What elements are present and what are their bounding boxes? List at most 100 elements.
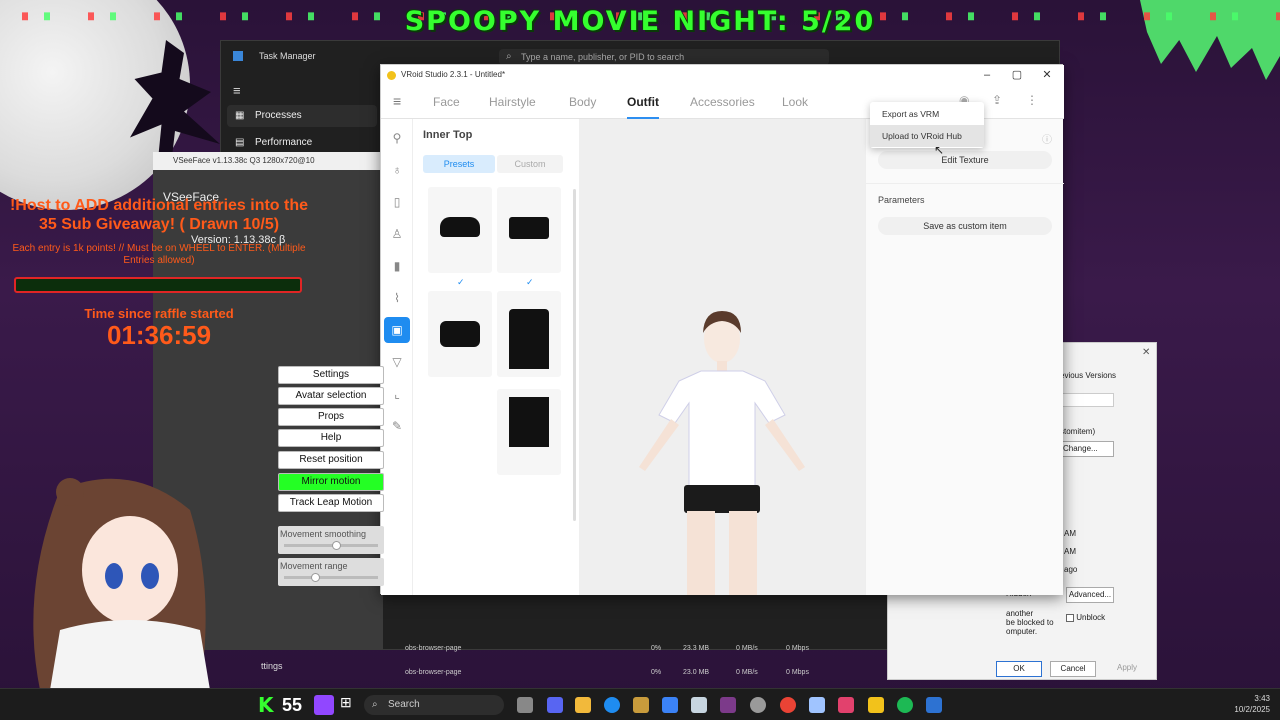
close-icon[interactable]: ✕ [1142,347,1150,358]
tab-hairstyle[interactable]: Hairstyle [489,85,536,119]
taskbar-search[interactable]: ⌕ Search [364,695,504,715]
maximize-icon[interactable]: ▢ [1002,65,1032,85]
windows-start-icon[interactable]: ⊞ [340,694,352,711]
mirror-motion-toggle[interactable]: Mirror motion [278,473,384,491]
inner-top-icon[interactable]: ▣ [384,317,410,343]
shirt-icon[interactable]: ⚲ [388,129,406,147]
chrome-icon[interactable] [780,697,796,713]
checkbox-box[interactable] [1066,613,1074,622]
movement-range-slider[interactable]: Movement range [278,558,384,586]
hamburger-menu-icon[interactable]: ≡ [393,93,401,109]
stream-frame: SPOOPY MOVIE NIGHT: 5/20 Task Manager ⌕ … [0,0,1280,720]
movement-smoothing-slider[interactable]: Movement smoothing [278,526,384,554]
change-button[interactable]: Change... [1060,441,1114,457]
file-explorer-icon[interactable] [575,697,591,713]
slider-knob[interactable] [311,573,321,582]
reset-position-button[interactable]: Reset position [278,451,384,469]
task-view-icon[interactable] [517,697,533,713]
settings-gear-icon[interactable] [750,697,766,713]
tab-previous-versions[interactable]: evious Versions [1060,371,1116,380]
3d-viewport[interactable] [579,119,865,595]
wow-icon[interactable] [633,697,649,713]
preset-item[interactable] [428,187,492,273]
nav-processes[interactable]: ▦ Processes [227,105,377,127]
discord-icon[interactable] [547,697,563,713]
close-icon[interactable]: ✕ [1032,65,1062,85]
slider-knob[interactable] [331,541,341,550]
track-leap-motion-button[interactable]: Track Leap Motion [278,494,384,512]
memory-value: 23.3 MB [683,645,710,652]
save-custom-item-button[interactable]: Save as custom item [878,217,1052,235]
edit-texture-button[interactable]: Edit Texture [878,151,1052,169]
avatar-selection-button[interactable]: Avatar selection [278,387,384,405]
glove-icon[interactable]: ✎ [388,417,406,435]
hamburger-menu-icon[interactable]: ≡ [233,83,241,98]
minimize-icon[interactable]: – [972,65,1002,85]
vseeface-app-icon[interactable] [809,697,825,713]
preset-item[interactable] [497,389,561,475]
spotify-icon[interactable] [897,697,913,713]
vtuber-right-eye [141,563,159,589]
table-row[interactable]: obs-browser-page 0% 23.3 MB 0 MB/s 0 Mbp… [391,641,811,657]
settings-button[interactable]: Settings [278,366,384,384]
steam-icon[interactable] [691,697,707,713]
table-row[interactable]: obs-browser-page 0% 23.0 MB 0 MB/s 0 Mbp… [391,665,811,681]
vroid-app-icon[interactable] [868,697,884,713]
menu-item-upload-vroid-hub[interactable]: Upload to VRoid Hub [870,125,984,147]
tab-face[interactable]: Face [433,85,460,119]
cpu-value: 0% [651,645,662,652]
tab-body[interactable]: Body [569,85,596,119]
map-pin-app-icon[interactable] [838,697,854,713]
performance-icon: ▤ [235,137,245,148]
preset-item[interactable] [497,291,561,377]
menu-item-export-vrm[interactable]: Export as VRM [870,103,984,125]
garment-swatch [440,217,480,237]
export-menu: Export as VRM Upload to VRoid Hub [870,102,984,148]
slider-label: Movement smoothing [280,529,367,539]
advanced-button[interactable]: Advanced... [1066,587,1114,603]
preset-item[interactable] [428,291,492,377]
apply-button[interactable]: Apply [1104,661,1150,677]
edge-icon[interactable] [604,697,620,713]
preset-item[interactable] [497,187,561,273]
nav-performance[interactable]: ▤ Performance [227,132,377,154]
task-manager-app-icon[interactable] [926,697,942,713]
check-icon: ✓ [526,277,534,287]
network-value: 0 Mbps [786,645,809,652]
cancel-button[interactable]: Cancel [1050,661,1096,677]
sock-icon[interactable]: ▮ [388,257,406,275]
tab-custom[interactable]: Custom [497,155,563,173]
avatar-right-leg [729,511,757,595]
avatar-model [639,311,805,595]
ok-button[interactable]: OK [996,661,1042,677]
props-button[interactable]: Props [278,408,384,426]
system-clock[interactable]: 3:43 10/2/2025 [1190,693,1270,715]
security-line: omputer. [1006,627,1038,636]
security-line: another [1006,609,1034,618]
unblock-checkbox[interactable]: Unblock [1066,613,1105,622]
tab-outfit[interactable]: Outfit [627,85,659,119]
vroid-titlebar: VRoid Studio 2.3.1 - Untitled* [381,65,1064,85]
shoe-icon[interactable]: ⌞ [388,385,406,403]
app-w-icon[interactable] [720,697,736,713]
more-icon[interactable]: ⋮ [1026,93,1038,107]
text-field[interactable] [1060,393,1114,407]
help-button[interactable]: Help [278,429,384,447]
tab-look[interactable]: Look [782,85,808,119]
task-manager-search[interactable]: ⌕ Type a name, publisher, or PID to sear… [499,49,829,65]
underwear-icon[interactable]: ▽ [388,353,406,371]
tie-icon[interactable]: ⌇ [388,289,406,307]
slider-track[interactable] [284,576,378,579]
tab-presets[interactable]: Presets [423,155,495,173]
tshirt-icon[interactable]: ♁ [388,161,406,179]
battlenet-icon[interactable] [662,697,678,713]
share-icon[interactable]: ⇪ [992,93,1002,107]
scrollbar[interactable] [573,189,576,521]
dress-icon[interactable]: ♙ [388,225,406,243]
pants-icon[interactable]: ▯ [388,193,406,211]
settings-nav[interactable]: ttings [261,661,283,671]
tab-accessories[interactable]: Accessories [690,85,755,119]
sub-count: 55 [282,695,303,715]
avatar-shirt [658,370,786,490]
help-icon[interactable]: ⓘ [1042,131,1052,146]
